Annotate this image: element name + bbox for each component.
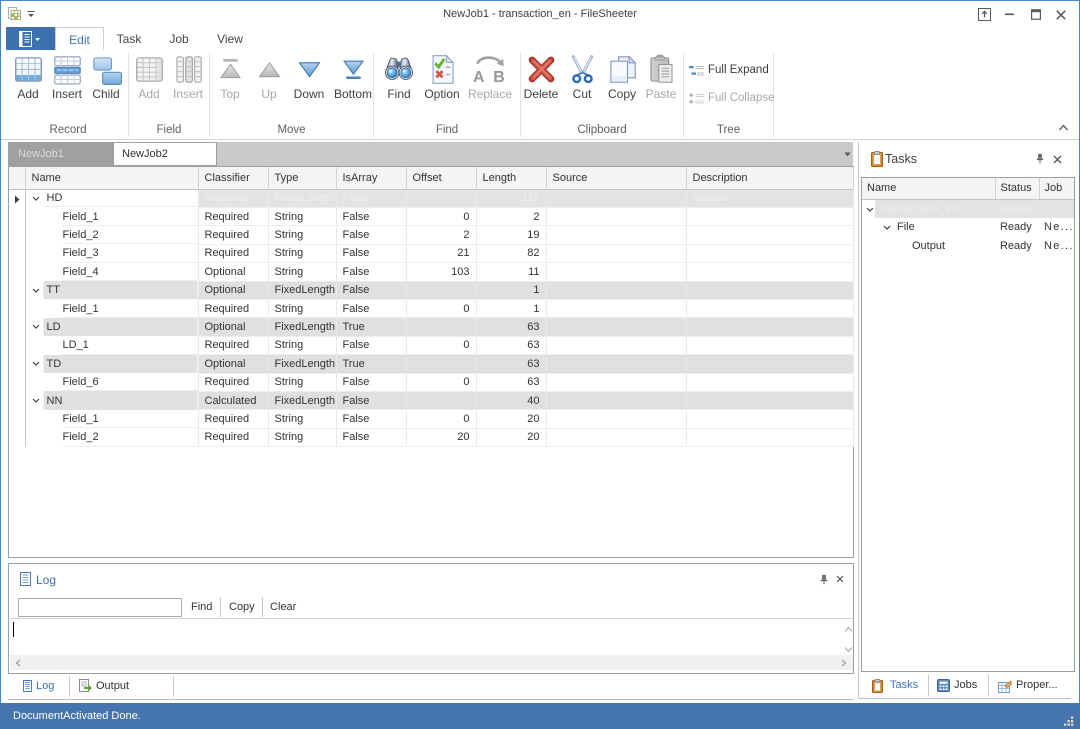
svg-text:B: B [493,69,505,84]
svg-text:A: A [473,69,485,84]
